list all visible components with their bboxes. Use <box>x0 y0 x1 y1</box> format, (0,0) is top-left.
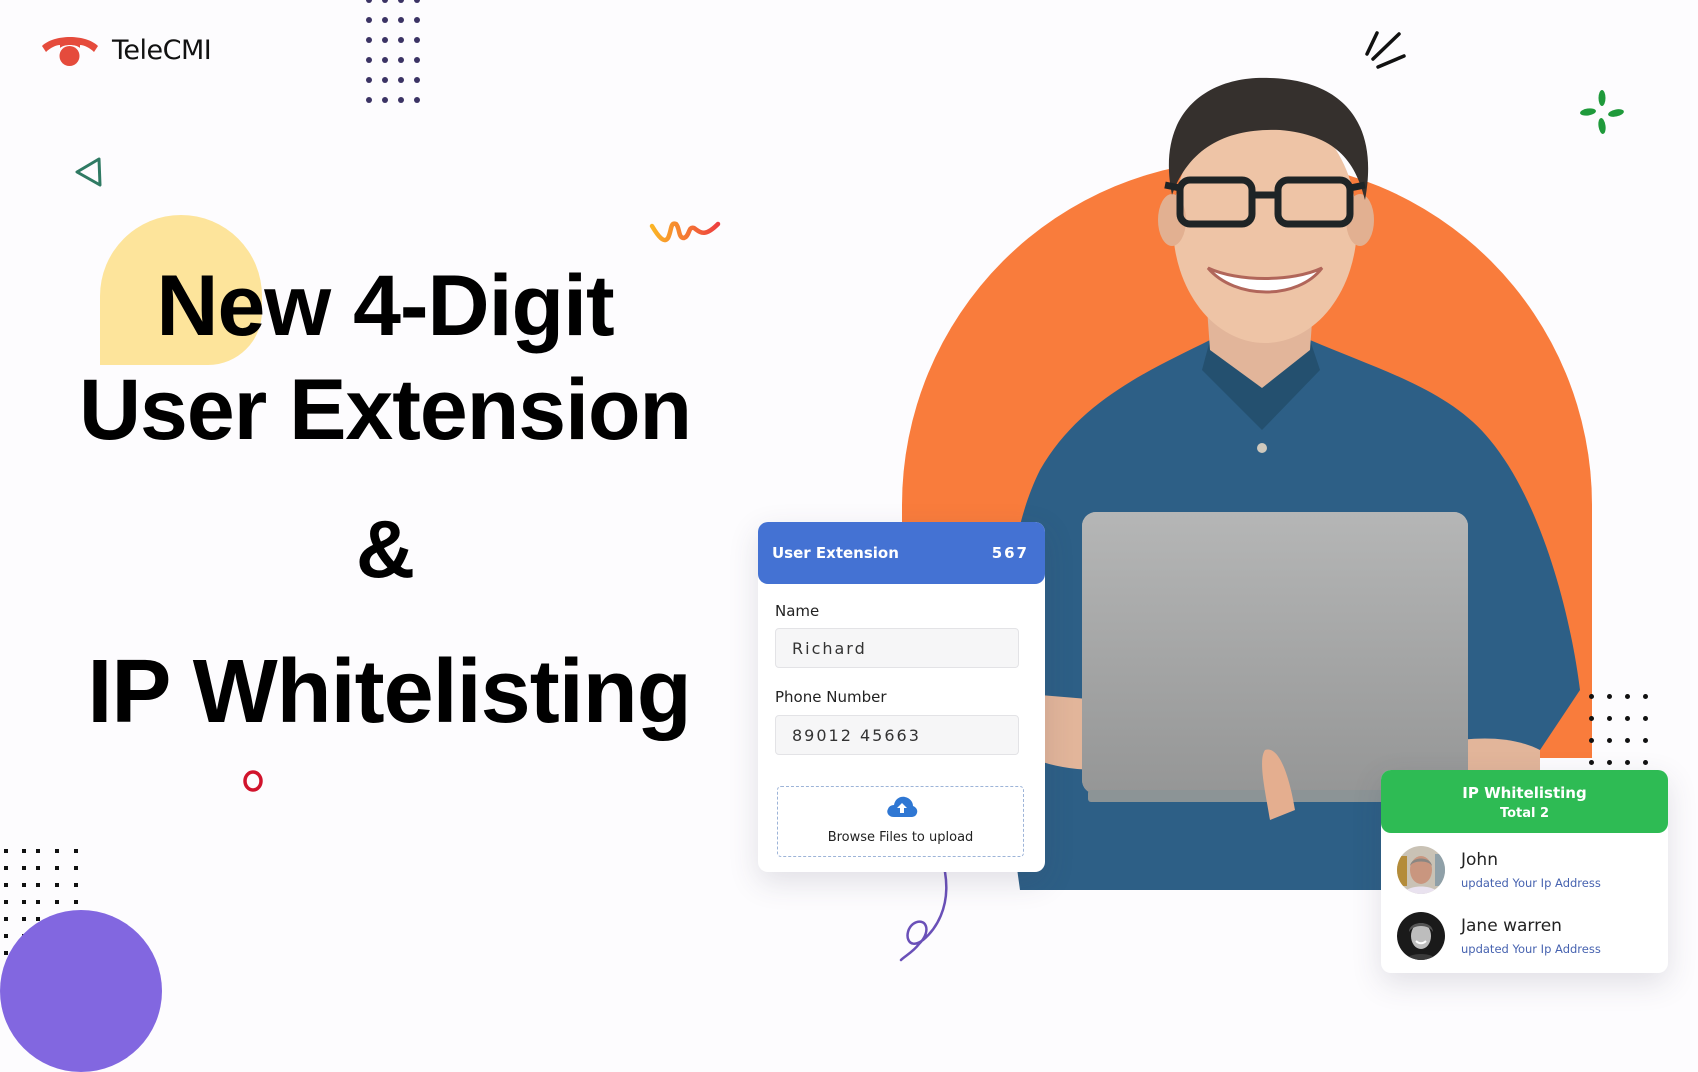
upload-label: Browse Files to upload <box>827 830 974 845</box>
headline-ampersand: & <box>355 504 415 595</box>
list-item[interactable]: John updated Your Ip Address <box>1397 846 1601 894</box>
name-input[interactable]: Richard <box>775 628 1019 668</box>
headline-line-4: IP Whitelisting <box>87 642 691 742</box>
ip-whitelisting-header: IP Whitelisting Total 2 <box>1381 770 1668 833</box>
phone-handset-icon <box>42 37 98 66</box>
dot-pattern-top <box>366 0 430 117</box>
dot-pattern-right <box>1589 694 1661 782</box>
ip-entry-name: Jane warren <box>1461 916 1562 936</box>
user-extension-card: User Extension 567 Name Richard Phone Nu… <box>758 522 1045 872</box>
phone-number-input[interactable]: 89012 45663 <box>775 715 1019 755</box>
file-upload-dropzone[interactable]: Browse Files to upload <box>777 786 1024 857</box>
squiggle-decoration <box>649 221 721 243</box>
ip-whitelisting-card: IP Whitelisting Total 2 John updated You… <box>1381 770 1668 973</box>
brand-logo[interactable]: TeleCMI <box>40 32 212 68</box>
name-label: Name <box>775 602 820 620</box>
purple-circle <box>0 910 162 1072</box>
purple-squiggle <box>899 870 948 962</box>
avatar <box>1397 912 1445 960</box>
triangle-outline-icon <box>75 157 102 187</box>
ip-whitelisting-total: Total 2 <box>1499 806 1550 821</box>
ip-whitelisting-title: IP Whitelisting <box>1462 784 1587 802</box>
list-item[interactable]: Jane warren updated Your Ip Address <box>1397 912 1601 960</box>
brand-name: TeleCMI <box>112 34 212 66</box>
green-sparkle-icon <box>1580 90 1624 134</box>
user-extension-title: User Extension <box>772 544 899 562</box>
circle-scribble <box>243 770 263 792</box>
avatar <box>1397 846 1445 894</box>
ip-entry-description: updated Your Ip Address <box>1461 876 1601 890</box>
ip-entry-name: John <box>1461 850 1498 870</box>
user-extension-count: 567 <box>991 544 1029 562</box>
headline-line-2: User Extension <box>78 362 692 458</box>
cloud-upload-icon <box>887 796 918 817</box>
person-with-laptop <box>980 77 1580 890</box>
headline-line-1: New 4-Digit <box>156 258 614 354</box>
ip-entry-description: updated Your Ip Address <box>1461 942 1601 956</box>
phone-number-label: Phone Number <box>775 688 887 706</box>
user-extension-header: User Extension 567 <box>758 522 1045 584</box>
